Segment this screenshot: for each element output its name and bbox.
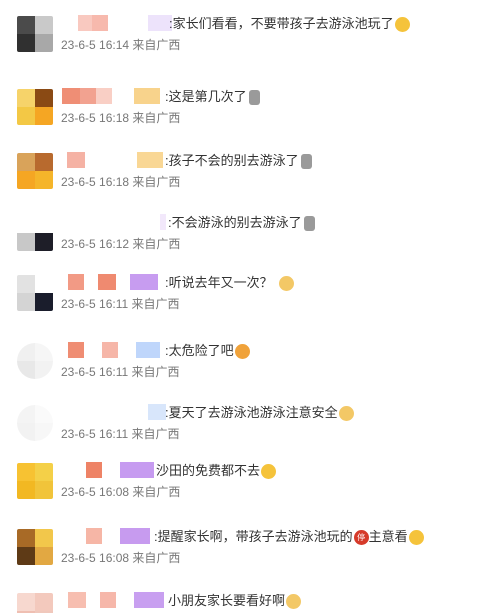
comment-text: :听说去年又一次？ bbox=[165, 275, 273, 290]
comment-list: :家长们看看，不要带孩子去游泳池玩了 23-6-5 16:14 来自广西 :这是… bbox=[0, 0, 478, 613]
comment-item: :这是第几次了 23-6-5 16:18 来自广西 bbox=[0, 84, 478, 142]
worried-face-icon bbox=[394, 16, 410, 32]
username[interactable] bbox=[62, 342, 160, 358]
comment-text: :家长们看看，不要带孩子去游泳池玩了 bbox=[169, 16, 394, 31]
comment-date: 23-6-5 16:14 bbox=[61, 38, 130, 52]
comment-text-container: :夏天了去游泳池游泳注意安全 bbox=[165, 404, 354, 422]
comment-date: 23-6-5 16:11 bbox=[61, 365, 129, 379]
comment-meta: 23-6-5 16:18 来自广西 bbox=[61, 110, 180, 126]
comment-date: 23-6-5 16:08 bbox=[61, 551, 130, 565]
comment-item: :家长们看看，不要带孩子去游泳池玩了 23-6-5 16:14 来自广西 bbox=[0, 11, 478, 69]
microphone-icon bbox=[303, 215, 315, 231]
comment-text: 小朋友家长要看好啊 bbox=[168, 593, 286, 608]
comment-date: 23-6-5 16:08 bbox=[61, 485, 130, 499]
avatar[interactable] bbox=[17, 529, 53, 565]
comment-text-container: :提醒家长啊，带孩子去游泳池玩的 停 主意看 bbox=[154, 528, 424, 546]
comment-location: 来自广西 bbox=[131, 365, 180, 379]
comment-item: :听说去年又一次？ 23-6-5 16:11 来自广西 bbox=[0, 270, 478, 328]
comment-text-container: :听说去年又一次？ bbox=[165, 274, 294, 292]
comment-text: :不会游泳的别去游泳了 bbox=[168, 215, 302, 230]
comment-meta: 23-6-5 16:08 来自广西 bbox=[61, 550, 180, 566]
comment-location: 来自广西 bbox=[132, 237, 181, 251]
stop-sign-icon: 停 bbox=[353, 529, 369, 545]
avatar[interactable] bbox=[17, 215, 53, 251]
avatar[interactable] bbox=[17, 405, 53, 441]
comment-item: :孩子不会的别去游泳了 23-6-5 16:18 来自广西 bbox=[0, 148, 478, 206]
avatar[interactable] bbox=[17, 275, 53, 311]
comment-date: 23-6-5 16:12 bbox=[61, 237, 130, 251]
comment-date: 23-6-5 16:18 bbox=[61, 175, 130, 189]
comment-item: :太危险了吧 23-6-5 16:11 来自广西 bbox=[0, 338, 478, 396]
avatar[interactable] bbox=[17, 153, 53, 189]
username[interactable] bbox=[62, 152, 163, 168]
comment-location: 来自广西 bbox=[131, 427, 180, 441]
comment-meta: 23-6-5 16:11 来自广西 bbox=[61, 364, 180, 380]
comment-item: :不会游泳的别去游泳了 23-6-5 16:12 来自广西 bbox=[0, 210, 478, 268]
comment-text-container: 小朋友家长要看好啊 bbox=[168, 592, 302, 610]
laughing-face-icon bbox=[261, 463, 277, 479]
comment-meta: 23-6-5 16:12 来自广西 bbox=[61, 236, 180, 252]
comment-text: :太危险了吧 bbox=[165, 343, 234, 358]
comment-meta: 23-6-5 16:11 来自广西 bbox=[61, 426, 180, 442]
comment-location: 来自广西 bbox=[132, 485, 181, 499]
comment-text: :这是第几次了 bbox=[165, 89, 247, 104]
comment-item: 小朋友家长要看好啊 bbox=[0, 588, 478, 613]
comment-text-container: :家长们看看，不要带孩子去游泳池玩了 bbox=[169, 15, 410, 33]
comment-text: :夏天了去游泳池游泳注意安全 bbox=[165, 405, 338, 420]
comment-text: :孩子不会的别去游泳了 bbox=[165, 153, 299, 168]
scared-face-icon bbox=[234, 343, 250, 359]
avatar[interactable] bbox=[17, 89, 53, 125]
username[interactable] bbox=[62, 88, 160, 104]
comment-item: :提醒家长啊，带孩子去游泳池玩的 停 主意看 23-6-5 16:08 来自广西 bbox=[0, 524, 478, 582]
comment-location: 来自广西 bbox=[131, 297, 180, 311]
comment-text: :提醒家长啊，带孩子去游泳池玩的 bbox=[154, 529, 353, 544]
username[interactable] bbox=[62, 15, 172, 31]
comment-location: 来自广西 bbox=[132, 111, 181, 125]
username[interactable] bbox=[62, 404, 166, 420]
comment-meta: 23-6-5 16:14 来自广西 bbox=[61, 37, 180, 53]
username[interactable] bbox=[62, 462, 154, 478]
comment-text-continued: 主意看 bbox=[368, 529, 408, 544]
comment-meta: 23-6-5 16:18 来自广西 bbox=[61, 174, 180, 190]
cat-face-icon bbox=[278, 275, 294, 291]
comment-text: 沙田的免费都不去 bbox=[156, 463, 261, 478]
username[interactable] bbox=[62, 528, 150, 544]
worried-face-icon bbox=[408, 529, 424, 545]
cat-face-icon bbox=[286, 593, 302, 609]
username[interactable] bbox=[62, 274, 158, 290]
microphone-icon bbox=[300, 153, 312, 169]
avatar[interactable] bbox=[17, 463, 53, 499]
comment-location: 来自广西 bbox=[132, 175, 181, 189]
comment-date: 23-6-5 16:11 bbox=[61, 427, 129, 441]
username[interactable] bbox=[62, 592, 164, 608]
comment-text-container: :孩子不会的别去游泳了 bbox=[165, 152, 312, 170]
comment-item: 沙田的免费都不去 23-6-5 16:08 来自广西 bbox=[0, 458, 478, 516]
comment-meta: 23-6-5 16:11 来自广西 bbox=[61, 296, 180, 312]
comment-text-container: :不会游泳的别去游泳了 bbox=[168, 214, 315, 232]
avatar[interactable] bbox=[17, 593, 53, 613]
comment-location: 来自广西 bbox=[132, 551, 181, 565]
comment-location: 来自广西 bbox=[132, 38, 181, 52]
comment-date: 23-6-5 16:11 bbox=[61, 297, 129, 311]
comment-text-container: :这是第几次了 bbox=[165, 88, 260, 106]
comment-text-container: 沙田的免费都不去 bbox=[156, 462, 277, 480]
comment-meta: 23-6-5 16:08 来自广西 bbox=[61, 484, 180, 500]
cat-face-icon bbox=[338, 405, 354, 421]
avatar[interactable] bbox=[17, 16, 53, 52]
comment-date: 23-6-5 16:18 bbox=[61, 111, 130, 125]
microphone-icon bbox=[248, 89, 260, 105]
comment-item: :夏天了去游泳池游泳注意安全 23-6-5 16:11 来自广西 bbox=[0, 400, 478, 458]
comment-text-container: :太危险了吧 bbox=[165, 342, 250, 360]
username[interactable] bbox=[62, 214, 166, 230]
avatar[interactable] bbox=[17, 343, 53, 379]
